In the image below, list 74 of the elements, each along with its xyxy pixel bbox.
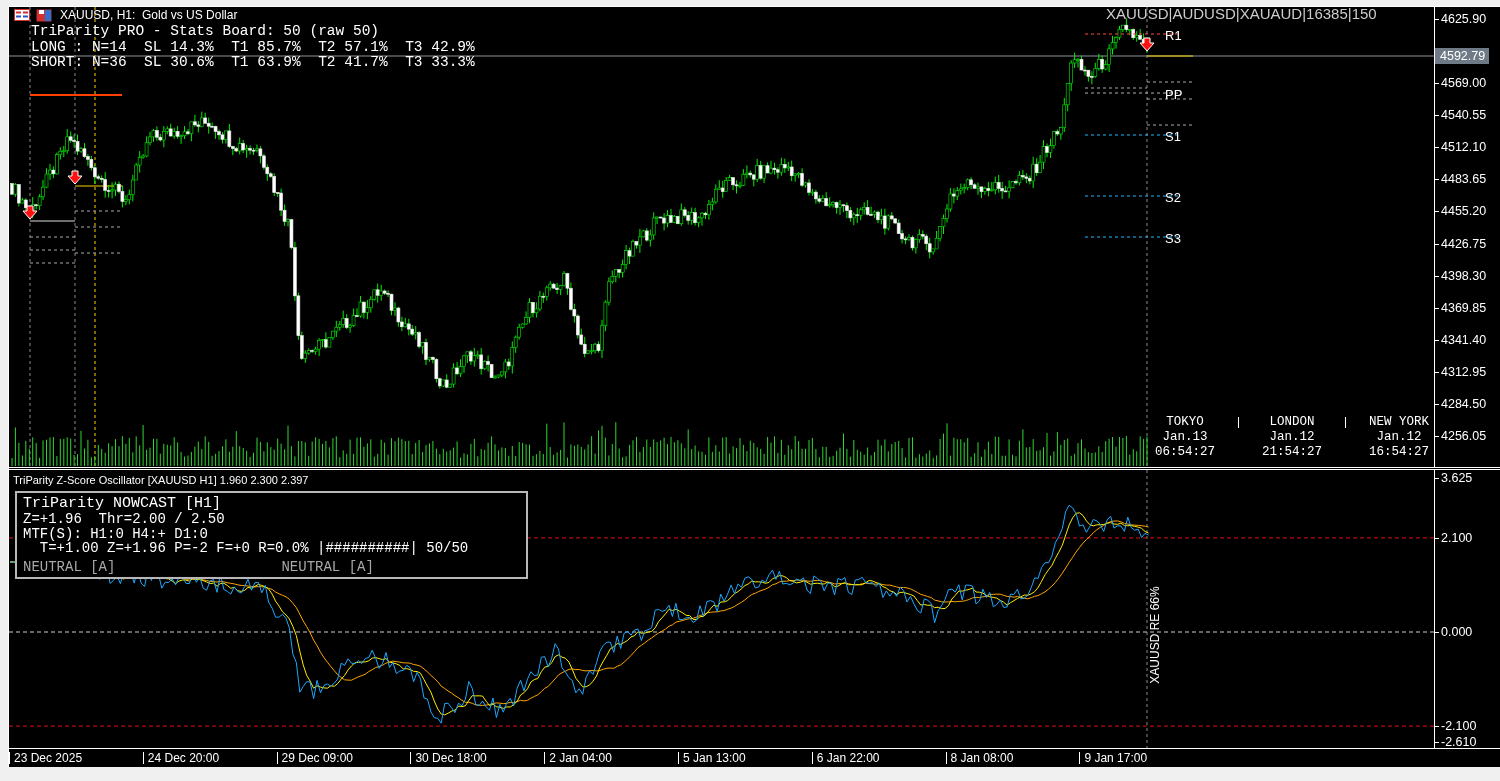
- price-candles-drawing: [341, 283, 383, 334]
- pivot-level-label: PP: [1165, 87, 1183, 103]
- price-axis-label: 4540.55: [1435, 107, 1487, 124]
- session-date: Jan.13: [1162, 430, 1208, 445]
- time-axis-label: 8 Jan 08:00: [945, 752, 1014, 764]
- session-time: 16:54:27: [1369, 445, 1429, 460]
- nowcast-line: T=+1.00 Z=+1.96 P=-2 F=+0 R=0.0% |##########| 50/50: [39, 541, 470, 556]
- vertical-signal-label: XAUUSD RE 66%: [1148, 585, 1162, 686]
- time-axis-label: 24 Dec 20:00: [142, 752, 220, 764]
- price-axis-label: 4398.30: [1435, 267, 1487, 284]
- price-axis-label: 4455.20: [1435, 203, 1487, 220]
- price-axis-label: 4426.75: [1435, 235, 1487, 252]
- stats-board-row: LONG : N=14 SL 14.3% T1 85.7% T2 57.1% T3 42.9%: [31, 39, 475, 55]
- price-axis-label: 4312.95: [1435, 363, 1487, 380]
- window-title: XAUUSD, H1: Gold vs US Dollar: [60, 8, 238, 22]
- dashed-level-line: [1084, 87, 1148, 89]
- oscillator-axis-label: 2.100: [1435, 530, 1473, 546]
- pivot-level-label: R1: [1165, 28, 1182, 44]
- price-axis-label: 4512.10: [1435, 139, 1487, 156]
- session-city: NEW YORK: [1369, 415, 1429, 430]
- session-city: LONDON: [1269, 415, 1315, 430]
- nowcast-state: NEUTRAL [A]: [23, 559, 116, 574]
- dashed-level-line: [74, 210, 123, 212]
- nowcast-title: TriParity NOWCAST [H1]: [23, 495, 223, 512]
- session-time: 06:54:27: [1155, 445, 1215, 460]
- dashed-level-line: [74, 226, 123, 228]
- price-candles-drawing: [93, 163, 135, 208]
- price-candles-drawing: [382, 289, 425, 355]
- price-axis-label: 4284.50: [1435, 395, 1487, 412]
- oscillator-axis-label: -2.100: [1435, 718, 1477, 734]
- price-axis-label: 4369.85: [1435, 299, 1487, 316]
- oscillator-axis-label: 0.000: [1435, 624, 1473, 640]
- time-axis-label: 5 Jan 13:00: [678, 752, 746, 764]
- oscillator-axis-label: -2.610: [1435, 734, 1477, 750]
- price-candles-drawing: [51, 128, 94, 179]
- sell-arrow-icon: [1139, 37, 1155, 52]
- time-axis-label: 30 Dec 18:00: [410, 752, 487, 764]
- nowcast-state: NEUTRAL [A]: [281, 559, 374, 574]
- nowcast-line: MTF(S): H1:0 H4:+ D1:0: [23, 526, 209, 541]
- current-price-label: 4592.79: [1435, 48, 1490, 64]
- level-line: [29, 220, 76, 222]
- time-axis-label: 6 Jan 22:00: [811, 752, 880, 764]
- symbol-set-label: XAUUSD|AUDUSD|XAUAUD|16385|150: [1106, 7, 1377, 22]
- session-date: Jan.12: [1269, 430, 1315, 445]
- level-line: [74, 185, 123, 187]
- chart-window-icon: [14, 9, 30, 21]
- session-time: 21:54:27: [1262, 445, 1322, 460]
- nowcast-line: Z=+1.96 Thr=2.00 / 2.50: [23, 512, 226, 527]
- session-city: TOKYO: [1166, 415, 1204, 430]
- dashed-level-line: [1146, 81, 1194, 83]
- dashed-level-line: [1146, 124, 1194, 126]
- price-axis-label: 4256.05: [1435, 428, 1487, 445]
- price-axis-label: 4341.40: [1435, 331, 1487, 348]
- session-date: Jan.12: [1376, 430, 1422, 445]
- stats-board-title: TriParity PRO - Stats Board: 50 (raw 50): [31, 24, 381, 40]
- price-axis-label: 4483.65: [1435, 171, 1487, 188]
- dashed-level-line: [29, 236, 76, 238]
- oscillator-axis-label: 3.625: [1435, 470, 1473, 486]
- time-axis-label: 9 Jan 17:00: [1079, 752, 1148, 764]
- oscillator-title: TriParity Z-Score Oscillator [XAUUSD H1] 1.960 2.300 2.397: [13, 474, 309, 486]
- sell-arrow-icon: [67, 170, 83, 185]
- dashed-level-line: [29, 262, 76, 264]
- stats-board-row: SHORT: N=36 SL 30.6% T1 63.9% T2 41.7% T3 33.3%: [31, 55, 475, 71]
- price-axis-label: 4625.90: [1435, 11, 1487, 27]
- level-line: [1146, 55, 1194, 57]
- time-axis-label: 23 Dec 2025: [9, 752, 83, 764]
- sell-arrow-icon: [22, 205, 38, 220]
- pivot-level-label: S3: [1165, 231, 1181, 247]
- dashed-level-line: [1146, 98, 1194, 100]
- price-axis-label: 4569.00: [1435, 75, 1487, 92]
- time-axis-label: 29 Dec 09:00: [276, 752, 353, 764]
- time-axis-label: 2 Jan 04:00: [544, 752, 612, 764]
- pivot-level-label: S2: [1165, 190, 1181, 206]
- pivot-level-label: S1: [1165, 129, 1181, 145]
